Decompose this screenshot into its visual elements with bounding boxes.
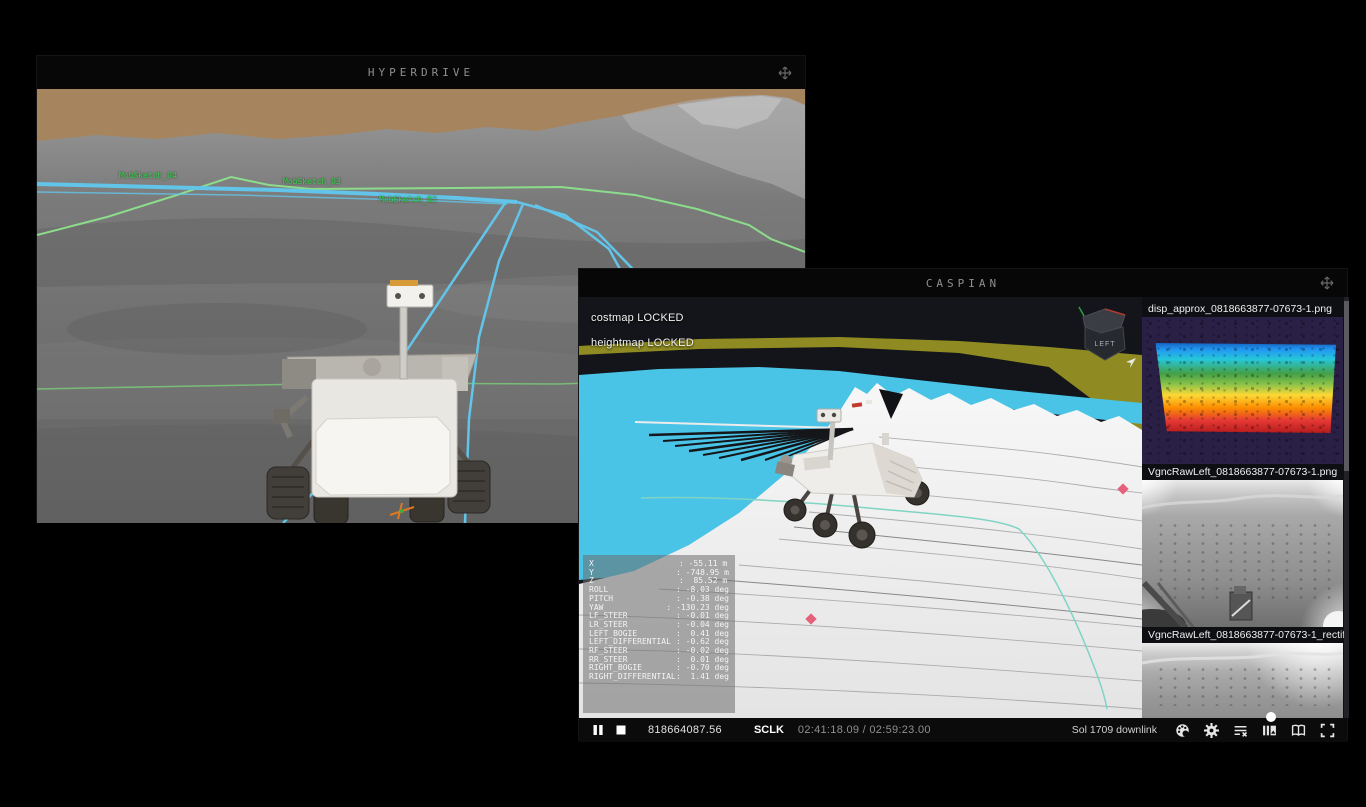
image-columns-button[interactable] [1262,723,1277,738]
playlist-remove-button[interactable] [1233,723,1248,738]
desktop: { "hyperdrive": { "title": "HYPERDRIVE",… [0,0,1366,807]
sidebar-scrollbar[interactable] [1344,297,1349,718]
image-sidebar: disp_approx_0818663877-07673-1.png VgncR… [1142,297,1349,718]
image-filename: VgncRawLeft_0818663877-07673-1.png [1142,464,1349,480]
view-cube[interactable]: LEFT [1071,303,1131,365]
fullscreen-button[interactable] [1320,723,1335,738]
raw-camera-image-thumb[interactable] [1142,480,1343,627]
costmap-status: costmap LOCKED [591,312,684,324]
view-cube-face-label: LEFT [1094,341,1115,348]
caspian-3d-canvas[interactable]: costmap LOCKED heightmap LOCKED LEFT X: … [579,297,1142,718]
path-label: MobSketch_04 [119,171,177,180]
move-window-icon[interactable] [777,65,793,81]
rover-model-side [774,397,939,557]
rectified-image-thumb[interactable] [1142,643,1343,720]
playback-toolbar: 818664087.56 SCLK 02:41:18.09 / 02:59:23… [579,718,1347,742]
timeline-slider-handle[interactable] [1266,712,1276,722]
path-label: MobSketch_02 [379,195,437,204]
sclk-value: 818664087.56 [648,724,722,736]
book-button[interactable] [1291,723,1306,738]
move-window-icon[interactable] [1319,275,1335,291]
sclk-label: SCLK [754,724,784,736]
telemetry-panel: X: -55.11 m Y: -748.95 m Z: 85.52 m ROLL… [583,555,735,713]
path-label: MobSketch_03 [283,177,341,186]
palette-button[interactable] [1175,723,1190,738]
settings-gear-button[interactable] [1204,723,1219,738]
hyperdrive-titlebar[interactable]: HYPERDRIVE [37,56,805,89]
sol-downlink-label: Sol 1709 downlink [1072,724,1157,736]
pause-button[interactable] [591,723,605,737]
hyperdrive-title: HYPERDRIVE [368,66,474,79]
stop-button[interactable] [614,723,628,737]
caspian-window: CASPIAN [578,268,1348,741]
caspian-titlebar[interactable]: CASPIAN [579,269,1347,297]
caspian-title: CASPIAN [926,277,1000,290]
cursor-arrow-icon [1125,357,1137,369]
disparity-image-thumb[interactable] [1142,317,1343,464]
image-filename: VgncRawLeft_0818663877-07673-1_rectified… [1142,627,1349,643]
rover-model-rear [252,279,512,523]
time-display: 02:41:18.09 / 02:59:23.00 [798,724,931,736]
heightmap-status: heightmap LOCKED [591,337,694,349]
image-filename: disp_approx_0818663877-07673-1.png [1142,301,1349,317]
